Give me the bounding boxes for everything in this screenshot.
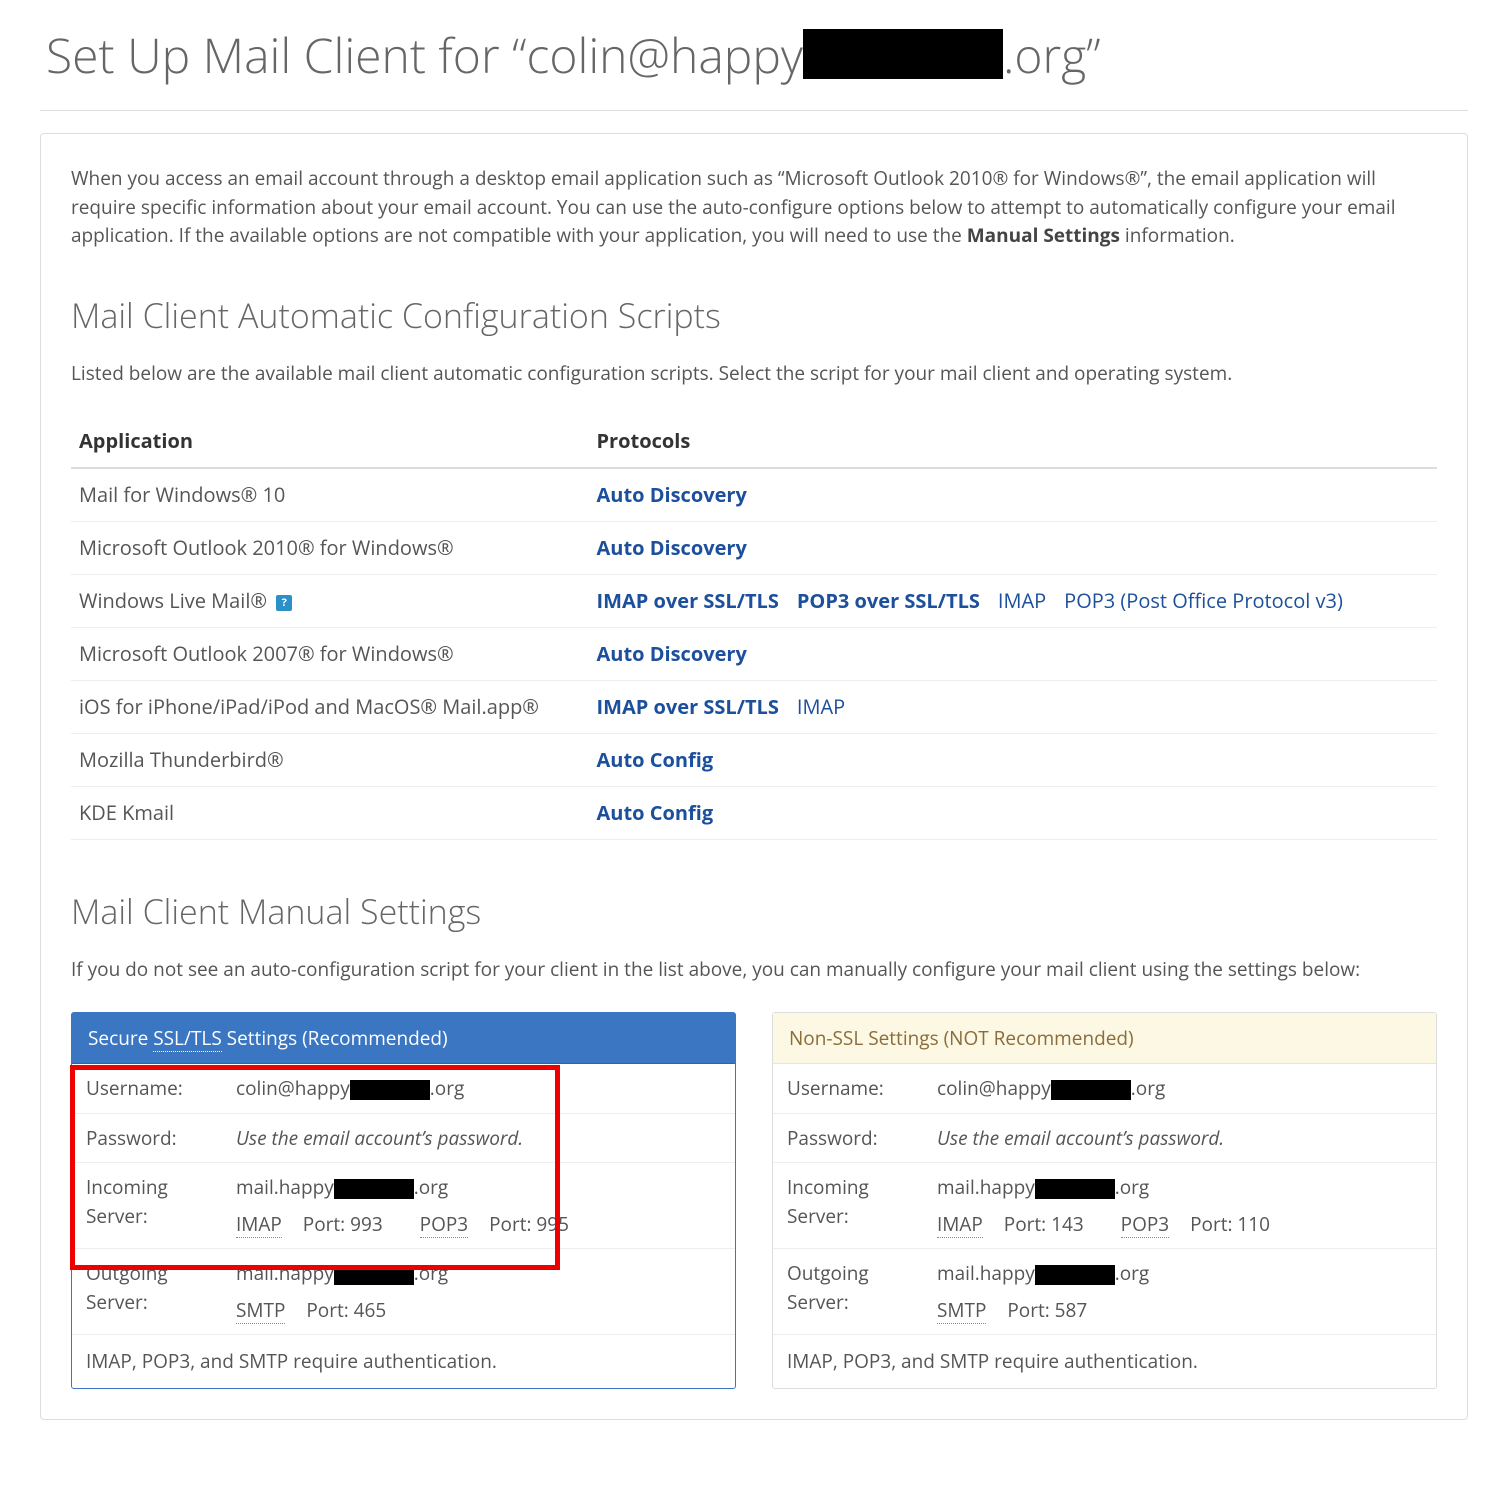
table-row: Mail for Windows® 10 Auto Discovery bbox=[71, 468, 1437, 522]
nonssl-footer: IMAP, POP3, and SMTP require authenticat… bbox=[773, 1334, 1436, 1388]
ssl-outgoing-row: Outgoing Server: mail.happy.org SMTP Por… bbox=[72, 1249, 735, 1335]
ssl-tls-abbr: SSL/TLS bbox=[153, 1025, 222, 1052]
redaction-box bbox=[1035, 1179, 1115, 1199]
table-row: KDE Kmail Auto Config bbox=[71, 787, 1437, 840]
value-password: Use the email account’s password. bbox=[222, 1113, 735, 1163]
protocols-cell: IMAP over SSL/TLS POP3 over SSL/TLS IMAP PO… bbox=[589, 575, 1438, 628]
label-incoming: Incoming Server: bbox=[72, 1163, 222, 1249]
auto-config-heading: Mail Client Automatic Configuration Scri… bbox=[71, 290, 1437, 341]
pop3-abbr: POP3 bbox=[420, 1211, 469, 1238]
protocol-link[interactable]: Auto Discovery bbox=[597, 481, 747, 508]
nonssl-outgoing-row: Outgoing Server: mail.happy.org SMTP Por… bbox=[773, 1249, 1436, 1335]
protocol-link[interactable]: POP3 (Post Office Protocol v3) bbox=[1064, 587, 1343, 614]
smtp-abbr: SMTP bbox=[236, 1297, 285, 1324]
nonssl-settings-box: Non-SSL Settings (NOT Recommended) Usern… bbox=[772, 1012, 1437, 1389]
protocol-link[interactable]: IMAP over SSL/TLS bbox=[597, 587, 779, 614]
redaction-box bbox=[334, 1265, 414, 1285]
label-password: Password: bbox=[773, 1113, 923, 1163]
protocols-cell: Auto Config bbox=[589, 787, 1438, 840]
value-outgoing: mail.happy.org SMTP Port: 465 bbox=[222, 1249, 735, 1335]
app-cell: Windows Live Mail® ? bbox=[71, 575, 589, 628]
app-cell: KDE Kmail bbox=[71, 787, 589, 840]
protocol-link[interactable]: POP3 over SSL/TLS bbox=[797, 587, 980, 614]
protocol-link[interactable]: Auto Config bbox=[597, 799, 714, 826]
smtp-abbr: SMTP bbox=[937, 1297, 986, 1324]
title-prefix: Set Up Mail Client for “colin@happy bbox=[46, 23, 803, 88]
table-row: Microsoft Outlook 2007® for Windows® Auto… bbox=[71, 628, 1437, 681]
protocols-cell: Auto Config bbox=[589, 734, 1438, 787]
value-password: Use the email account’s password. bbox=[923, 1113, 1436, 1163]
app-cell: Microsoft Outlook 2007® for Windows® bbox=[71, 628, 589, 681]
imap-abbr: IMAP bbox=[937, 1211, 983, 1238]
auto-config-desc: Listed below are the available mail clie… bbox=[71, 359, 1437, 388]
protocol-link[interactable]: Auto Config bbox=[597, 746, 714, 773]
col-protocols: Protocols bbox=[589, 415, 1438, 468]
nonssl-username-row: Username: colin@happy.org bbox=[773, 1064, 1436, 1113]
protocols-cell: Auto Discovery bbox=[589, 468, 1438, 522]
ssl-incoming-row: Incoming Server: mail.happy.org IMAP Por… bbox=[72, 1163, 735, 1249]
imap-abbr: IMAP bbox=[236, 1211, 282, 1238]
label-username: Username: bbox=[773, 1064, 923, 1113]
redaction-box bbox=[334, 1179, 414, 1199]
protocols-cell: Auto Discovery bbox=[589, 628, 1438, 681]
main-card: When you access an email account through… bbox=[40, 133, 1468, 1420]
title-suffix: .org” bbox=[1003, 23, 1101, 88]
value-username: colin@happy.org bbox=[923, 1064, 1436, 1113]
protocols-cell: Auto Discovery bbox=[589, 522, 1438, 575]
app-cell: Mozilla Thunderbird® bbox=[71, 734, 589, 787]
help-icon[interactable]: ? bbox=[276, 595, 292, 611]
redaction-box bbox=[350, 1080, 430, 1100]
protocol-link[interactable]: Auto Discovery bbox=[597, 640, 747, 667]
protocol-link[interactable]: Auto Discovery bbox=[597, 534, 747, 561]
label-incoming: Incoming Server: bbox=[773, 1163, 923, 1249]
ssl-header: Secure SSL/TLS Settings (Recommended) bbox=[72, 1013, 735, 1065]
page-title: Set Up Mail Client for “colin@happy .org” bbox=[40, 0, 1468, 111]
protocol-link[interactable]: IMAP over SSL/TLS bbox=[597, 693, 779, 720]
intro-paragraph: When you access an email account through… bbox=[71, 164, 1437, 250]
scripts-table: Application Protocols Mail for Windows® … bbox=[71, 415, 1437, 840]
label-username: Username: bbox=[72, 1064, 222, 1113]
col-application: Application bbox=[71, 415, 589, 468]
redaction-box bbox=[803, 29, 1003, 79]
app-cell: iOS for iPhone/iPad/iPod and MacOS® Mail… bbox=[71, 681, 589, 734]
label-outgoing: Outgoing Server: bbox=[773, 1249, 923, 1335]
manual-settings-label: Manual Settings bbox=[967, 222, 1120, 248]
manual-settings-desc: If you do not see an auto-configuration … bbox=[71, 955, 1437, 984]
ssl-footer: IMAP, POP3, and SMTP require authenticat… bbox=[72, 1334, 735, 1388]
value-outgoing: mail.happy.org SMTP Port: 587 bbox=[923, 1249, 1436, 1335]
app-cell: Microsoft Outlook 2010® for Windows® bbox=[71, 522, 589, 575]
manual-settings-heading: Mail Client Manual Settings bbox=[71, 886, 1437, 937]
label-password: Password: bbox=[72, 1113, 222, 1163]
ssl-password-row: Password: Use the email account’s passwo… bbox=[72, 1113, 735, 1163]
nonssl-header: Non-SSL Settings (NOT Recommended) bbox=[773, 1013, 1436, 1065]
nonssl-password-row: Password: Use the email account’s passwo… bbox=[773, 1113, 1436, 1163]
label-outgoing: Outgoing Server: bbox=[72, 1249, 222, 1335]
ssl-settings-box: Secure SSL/TLS Settings (Recommended) Us… bbox=[71, 1012, 736, 1389]
table-row: iOS for iPhone/iPad/iPod and MacOS® Mail… bbox=[71, 681, 1437, 734]
pop3-abbr: POP3 bbox=[1121, 1211, 1170, 1238]
table-row: Mozilla Thunderbird® Auto Config bbox=[71, 734, 1437, 787]
app-cell: Mail for Windows® 10 bbox=[71, 468, 589, 522]
protocols-cell: IMAP over SSL/TLS IMAP bbox=[589, 681, 1438, 734]
protocol-link[interactable]: IMAP bbox=[998, 587, 1046, 614]
value-incoming: mail.happy.org IMAP Port: 993 POP3 Port:… bbox=[222, 1163, 735, 1249]
protocol-link[interactable]: IMAP bbox=[797, 693, 845, 720]
ssl-username-row: Username: colin@happy.org bbox=[72, 1064, 735, 1113]
value-incoming: mail.happy.org IMAP Port: 143 POP3 Port:… bbox=[923, 1163, 1436, 1249]
table-row: Microsoft Outlook 2010® for Windows® Auto… bbox=[71, 522, 1437, 575]
table-row: Windows Live Mail® ? IMAP over SSL/TLS POP… bbox=[71, 575, 1437, 628]
nonssl-incoming-row: Incoming Server: mail.happy.org IMAP Por… bbox=[773, 1163, 1436, 1249]
value-username: colin@happy.org bbox=[222, 1064, 735, 1113]
redaction-box bbox=[1035, 1265, 1115, 1285]
redaction-box bbox=[1051, 1080, 1131, 1100]
